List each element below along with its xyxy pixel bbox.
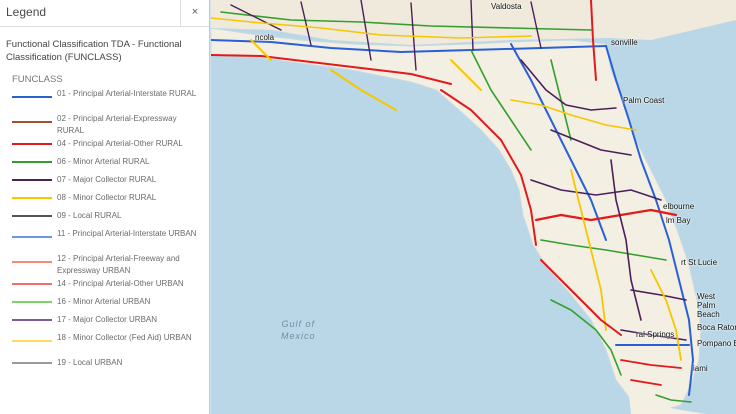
legend-item: 07 - Major Collector RURAL	[0, 174, 209, 192]
legend-label: 14 - Principal Arterial-Other URBAN	[57, 279, 184, 288]
city-port-st-lucie: rt St Lucie	[681, 258, 718, 267]
legend-item: 06 - Minor Arterial RURAL	[0, 156, 209, 174]
layer-title: Functional Classification TDA - Function…	[6, 39, 182, 63]
city-jacksonville: sonville	[611, 38, 638, 47]
legend-item: 02 - Principal Arterial-Expressway RURAL	[0, 113, 209, 138]
legend-item: 12 - Principal Arterial-Freeway and Expr…	[0, 253, 209, 278]
city-miami: iami	[693, 364, 708, 373]
legend-label: 16 - Minor Arterial URBAN	[57, 297, 151, 306]
legend-swatch	[12, 143, 52, 145]
city-west-palm-beach: West Palm Beach	[697, 292, 720, 319]
city-valdosta: Valdosta	[491, 2, 522, 11]
map-view[interactable]: Gulf of Mexico Valdosta ncola sonville Pa…	[211, 0, 736, 414]
legend-swatch	[12, 215, 52, 217]
legend-title: Legend	[6, 5, 47, 19]
legend-label: 19 - Local URBAN	[57, 358, 123, 367]
legend-swatch	[12, 121, 52, 123]
field-name: FUNCLASS	[12, 74, 63, 85]
legend-item: 16 - Minor Arterial URBAN	[0, 296, 209, 314]
legend-item: 04 - Principal Arterial-Other RURAL	[0, 138, 209, 156]
legend-swatch	[12, 362, 52, 364]
legend-label: 09 - Local RURAL	[57, 211, 122, 220]
legend-item: 18 - Minor Collector (Fed Aid) URBAN	[0, 332, 209, 357]
legend-swatch	[12, 319, 52, 321]
legend-label: 17 - Major Collector URBAN	[57, 315, 158, 324]
legend-swatch	[12, 283, 52, 285]
legend-item: 14 - Principal Arterial-Other URBAN	[0, 278, 209, 296]
city-pompano-beach: Pompano B	[697, 339, 736, 348]
legend-label: 07 - Major Collector RURAL	[57, 175, 157, 184]
legend-label: 08 - Minor Collector RURAL	[57, 193, 157, 202]
legend-swatch	[12, 340, 52, 342]
legend-swatch	[12, 161, 52, 163]
legend-label: 04 - Principal Arterial-Other RURAL	[57, 139, 183, 148]
city-boca-raton: Boca Raton	[697, 323, 736, 332]
legend-swatch	[12, 197, 52, 199]
close-button[interactable]: ×	[180, 0, 209, 26]
legend-swatch	[12, 236, 52, 238]
legend-items: 01 - Principal Arterial-Interstate RURAL…	[0, 88, 209, 375]
legend-label: 02 - Principal Arterial-Expressway RURAL	[57, 114, 177, 135]
legend-label: 18 - Minor Collector (Fed Aid) URBAN	[57, 333, 192, 342]
city-palm-bay: lm Bay	[666, 216, 691, 225]
city-coral-springs: ral Springs	[636, 330, 675, 339]
legend-item: 17 - Major Collector URBAN	[0, 314, 209, 332]
legend-label: 12 - Principal Arterial-Freeway and Expr…	[57, 254, 180, 275]
legend-swatch	[12, 96, 52, 98]
city-palm-coast: Palm Coast	[623, 96, 665, 105]
legend-item: 19 - Local URBAN	[0, 357, 209, 375]
legend-swatch	[12, 179, 52, 181]
legend-label: 06 - Minor Arterial RURAL	[57, 157, 150, 166]
legend-swatch	[12, 301, 52, 303]
legend-item: 09 - Local RURAL	[0, 210, 209, 228]
legend-item: 11 - Principal Arterial-Interstate URBAN	[0, 228, 209, 253]
legend-item: 08 - Minor Collector RURAL	[0, 192, 209, 210]
legend-swatch	[12, 261, 52, 263]
legend-item: 01 - Principal Arterial-Interstate RURAL	[0, 88, 209, 113]
map-canvas[interactable]	[211, 0, 736, 414]
legend-panel: Legend × Functional Classification TDA -…	[0, 0, 210, 414]
gulf-label: Gulf of Mexico	[281, 319, 316, 341]
legend-label: 11 - Principal Arterial-Interstate URBAN	[57, 229, 197, 238]
city-pensacola: ncola	[255, 33, 275, 42]
city-melbourne: elbourne	[663, 202, 695, 211]
legend-header: Legend ×	[0, 0, 209, 27]
legend-label: 01 - Principal Arterial-Interstate RURAL	[57, 89, 197, 98]
